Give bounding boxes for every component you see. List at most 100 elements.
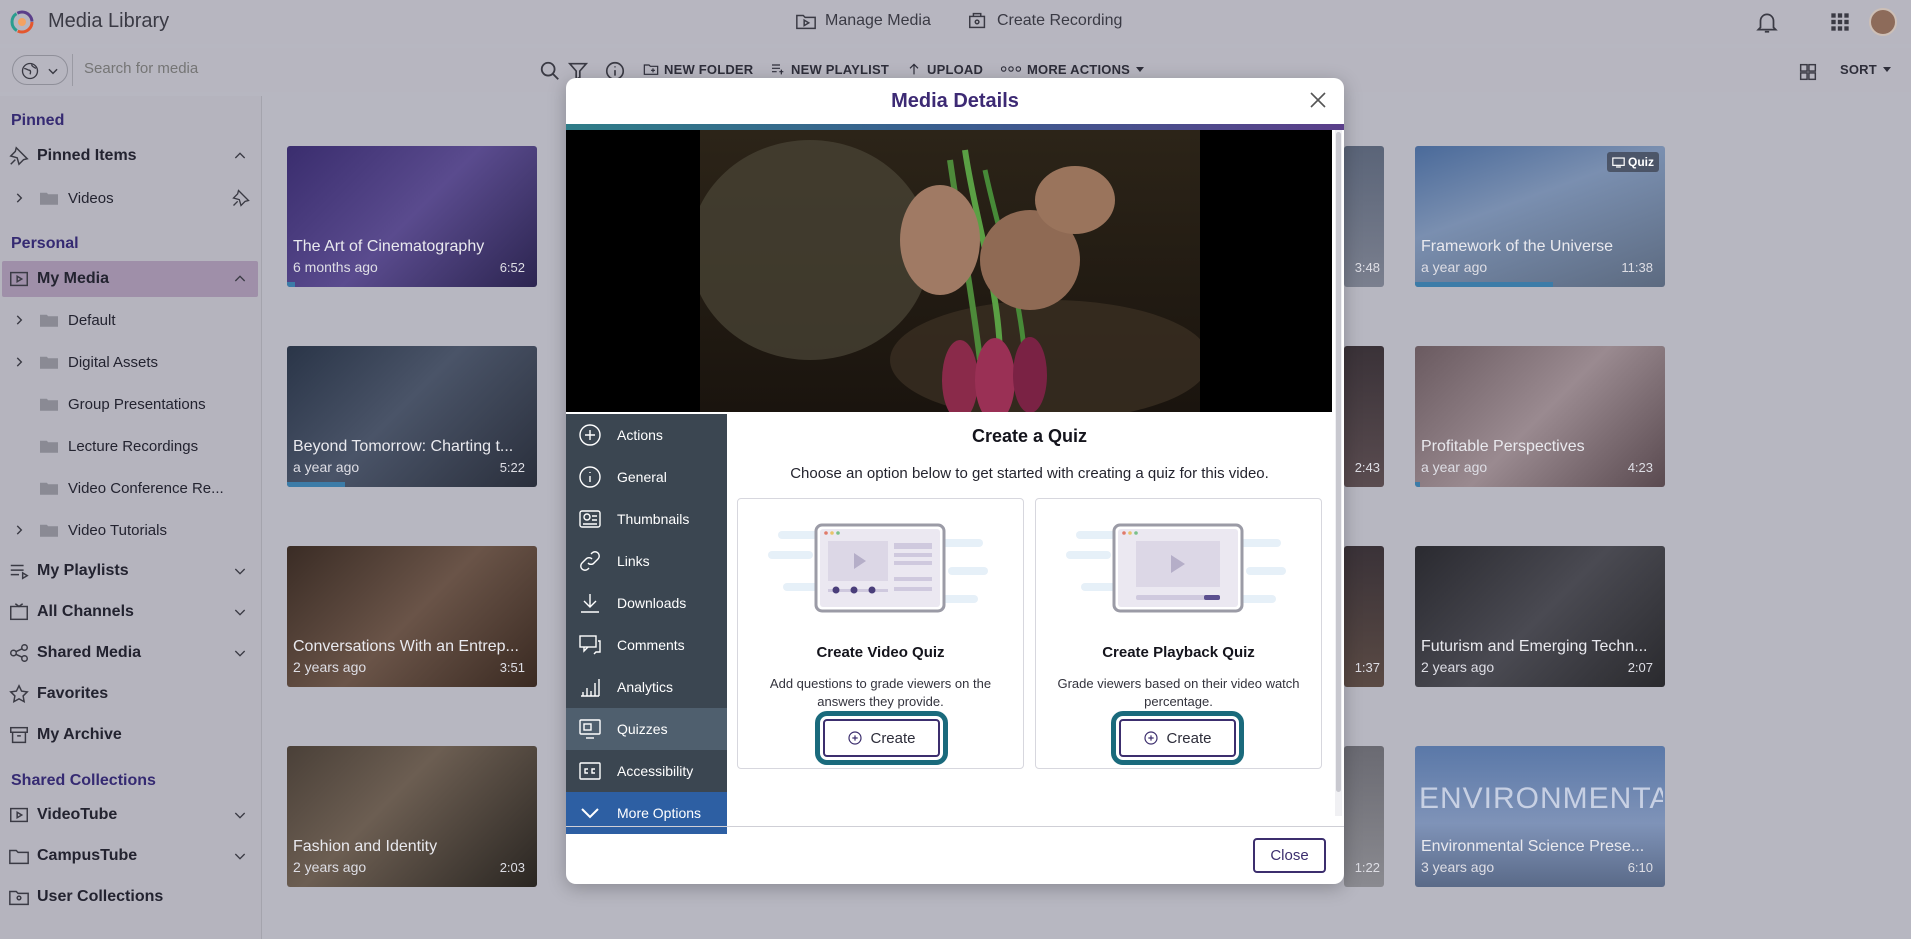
pin-icon[interactable] [231,188,251,208]
media-icon [10,807,28,823]
media-card[interactable]: Conversations With an Entrep... 2 years … [287,546,537,687]
sidebar-folder-lecture-recordings[interactable]: Lecture Recordings [0,428,262,464]
app-logo-icon[interactable] [10,10,34,34]
sidebar-item-videotube[interactable]: VideoTube [0,797,262,833]
sidebar-item-my-playlists[interactable]: My Playlists [0,553,262,589]
media-card[interactable]: Futurism and Emerging Techn... 2 years a… [1415,546,1665,687]
upload-icon [909,63,919,75]
sidebar-item-all-channels[interactable]: All Channels [0,594,262,630]
card-duration: 2:43 [1354,460,1380,475]
close-icon[interactable] [1306,88,1330,112]
nav-item-label: General [617,469,667,485]
chevron-down-icon[interactable] [232,604,248,620]
media-card-partial[interactable]: 1:37 [1344,546,1384,687]
caret-down-icon [1882,67,1891,72]
search-icon[interactable] [539,60,561,82]
nav-item-thumbnails[interactable]: Thumbnails [566,498,727,540]
nav-item-label: Downloads [617,595,687,611]
chevron-right-icon[interactable] [12,313,26,327]
card-duration: 2:07 [1627,660,1653,675]
card-date: 2 years ago [293,859,367,875]
nav-item-accessibility[interactable]: Accessibility [566,750,727,792]
sidebar-item-user-collections[interactable]: User Collections [0,879,262,915]
playback-quiz-description: Grade viewers based on their video watch… [1057,676,1300,709]
chevron-up-icon[interactable] [232,271,248,287]
chevron-right-icon[interactable] [12,523,26,537]
chevron-right-icon[interactable] [12,355,26,369]
quiz-icon [1612,156,1625,168]
upload-button[interactable]: UPLOAD [906,61,983,77]
media-card[interactable]: Profitable Perspectives a year ago 4:23 [1415,346,1665,487]
apps-grid-icon[interactable] [1827,9,1853,35]
sort-button[interactable]: SORT [1840,61,1892,77]
folder-icon [40,192,58,205]
nav-item-quizzes[interactable]: Quizzes [566,708,727,750]
bell-icon[interactable] [1754,9,1780,35]
new-playlist-label: NEW PLAYLIST [791,61,889,77]
grid-view-icon[interactable] [1797,61,1819,83]
media-card-partial[interactable]: 2:43 [1344,346,1384,487]
media-icon [10,271,28,287]
media-card[interactable]: ENVIRONMENTAL SCIENCE Environmental Scie… [1415,746,1665,887]
nav-item-analytics[interactable]: Analytics [566,666,727,708]
scope-dropdown[interactable] [12,55,68,85]
more-actions-button[interactable]: MORE ACTIONS [1000,61,1145,77]
folder-label: Lecture Recordings [68,437,199,455]
sidebar-item-shared-media[interactable]: Shared Media [0,635,262,671]
scrollbar-thumb[interactable] [1336,132,1341,792]
sidebar-item-my-media[interactable]: My Media [2,261,258,297]
sidebar-folder-group-presentations[interactable]: Group Presentations [0,386,262,422]
chevron-down-icon[interactable] [232,848,248,864]
video-player[interactable] [566,130,1332,412]
nav-item-actions[interactable]: Actions [566,414,727,456]
chevron-down-icon[interactable] [232,645,248,661]
modal-scrollbar[interactable] [1335,130,1342,816]
sidebar-item-pinned-items[interactable]: Pinned Items [0,138,262,174]
nav-item-downloads[interactable]: Downloads [566,582,727,624]
sidebar-item-favorites[interactable]: Favorites [0,676,262,712]
create-recording-link[interactable]: Create Recording [967,10,1122,32]
folder-label: Digital Assets [68,353,159,371]
create-playback-quiz-button[interactable]: Create [1119,719,1236,757]
sidebar-folder-default[interactable]: Default [0,302,262,338]
share-icon [10,644,28,662]
globe-icon [21,62,39,80]
media-card-partial[interactable]: 1:22 [1344,746,1384,887]
sidebar-item-campustube[interactable]: CampusTube [0,838,262,874]
nav-item-label: Accessibility [617,763,694,779]
user-avatar[interactable] [1869,8,1897,36]
nav-item-links[interactable]: Links [566,540,727,582]
sidebar-item-label: My Archive [37,726,122,743]
card-date: 3 years ago [1421,859,1495,875]
manage-media-link[interactable]: Manage Media [795,10,931,32]
sidebar-folder-video-tutorials[interactable]: Video Tutorials [0,512,262,548]
chevron-right-icon[interactable] [12,191,26,205]
media-card[interactable]: Quiz Framework of the Universe a year ag… [1415,146,1665,287]
chevron-up-icon[interactable] [232,148,248,164]
sidebar-item-my-archive[interactable]: My Archive [0,717,262,753]
chevron-down-icon [581,808,599,819]
new-folder-label: NEW FOLDER [664,61,754,77]
media-card-partial[interactable]: 3:48 [1344,146,1384,287]
media-card[interactable]: Beyond Tomorrow: Charting t... a year ag… [287,346,537,487]
card-duration: 1:37 [1354,660,1380,675]
chevron-down-icon[interactable] [232,563,248,579]
close-button[interactable]: Close [1253,838,1326,873]
folder-icon [40,398,58,411]
new-playlist-button[interactable]: NEW PLAYLIST [770,61,889,77]
card-duration: 11:38 [1621,260,1653,275]
create-video-quiz-button[interactable]: Create [823,719,940,757]
search-input[interactable] [84,60,524,77]
chevron-down-icon[interactable] [232,807,248,823]
media-card[interactable]: The Art of Cinematography 6 months ago 6… [287,146,537,287]
sidebar-item-videos[interactable]: Videos [0,180,262,216]
card-title: Beyond Tomorrow: Charting t... [293,438,514,455]
nav-item-general[interactable]: General [566,456,727,498]
nav-item-comments[interactable]: Comments [566,624,727,666]
media-card[interactable]: Fashion and Identity 2 years ago 2:03 [287,746,537,887]
sidebar-folder-video-conference[interactable]: Video Conference Re... [0,470,262,506]
new-folder-button[interactable]: NEW FOLDER [643,61,753,77]
upload-label: UPLOAD [927,61,984,77]
sidebar-folder-digital-assets[interactable]: Digital Assets [0,344,262,380]
nav-item-more-options[interactable]: More Options [566,792,727,834]
